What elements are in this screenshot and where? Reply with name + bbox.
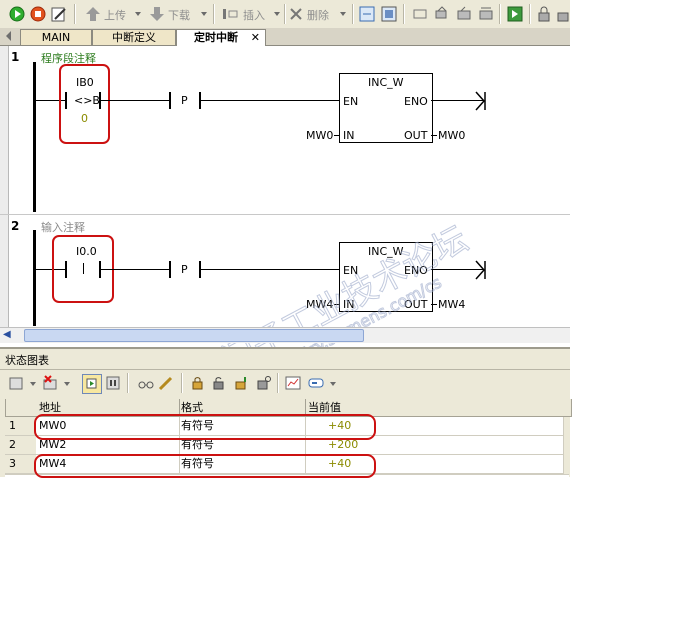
tab-scroll-left-icon[interactable] [6,31,11,41]
single-read-icon[interactable] [105,375,121,394]
power-rail [33,230,36,326]
tab-label: 定时中断 [194,31,238,44]
edge-left-bar [169,261,171,278]
tab-label: 中断定义 [112,31,156,44]
editor-gutter [0,46,9,327]
run-icon[interactable] [8,5,26,23]
branch-icon[interactable] [433,5,451,23]
edit-icon[interactable] [50,5,68,23]
en-pin: EN [343,264,359,277]
contact-icon[interactable] [411,5,429,23]
force-icon[interactable] [189,375,205,394]
options-icon[interactable] [307,375,325,394]
highlight-box [34,454,376,478]
status-chart-toolbar [0,372,570,394]
panel-splitter[interactable] [0,347,570,349]
scroll-left-icon[interactable]: ◀ [3,329,11,340]
tab-timed-interrupt[interactable]: 定时中断 ✕ [176,29,266,47]
out-operand[interactable]: MW0 [438,129,465,142]
in-operand[interactable]: MW0 [306,129,333,142]
delete-row-icon[interactable] [42,375,58,394]
row-number-header [5,399,37,417]
rung-wire [101,269,169,270]
rung-wire [201,100,340,101]
pin-wire [334,304,339,305]
pou-tabs: MAIN 中断定义 定时中断 ✕ [0,28,570,47]
row-number: 2 [5,436,37,455]
download-label[interactable]: 下载 [168,7,190,23]
upload-label[interactable]: 上传 [104,7,126,23]
edge-left-bar [169,92,171,109]
close-tab-icon[interactable]: ✕ [251,30,260,45]
delete-label[interactable]: 删除 [307,7,329,23]
rung-wire [201,269,340,270]
return-icon[interactable] [455,5,473,23]
status-chart-titlebar: 状态图表 [0,350,570,370]
delete-icon[interactable] [288,5,306,23]
insert-label[interactable]: 插入 [243,7,265,23]
rung-end-arrow-icon [474,91,488,114]
upload-icon[interactable] [84,5,102,23]
add-row-icon[interactable] [8,375,24,394]
lock-icon[interactable] [535,5,553,23]
en-pin: EN [343,95,359,108]
unforce-all-icon[interactable] [233,375,249,394]
horizontal-scrollbar[interactable]: ◀ [0,327,570,343]
in-operand[interactable]: MW4 [306,298,333,311]
rung-wire [101,100,169,101]
unforce-icon[interactable] [210,375,226,394]
tab-main[interactable]: MAIN [20,29,92,45]
glasses-icon[interactable] [138,375,154,394]
tab-interrupt-definition[interactable]: 中断定义 [92,29,176,45]
pin-wire [431,304,437,305]
highlight-box [34,414,376,440]
network-comment[interactable]: 输入注释 [41,219,85,235]
row-number: 3 [5,455,37,474]
coil-icon[interactable] [477,5,495,23]
status-chart-title: 状态图表 [5,354,49,367]
export-icon[interactable] [506,5,524,23]
network-icon[interactable] [358,5,376,23]
eno-pin: ENO [404,95,428,108]
edge-label: P [181,94,188,107]
row-number: 1 [5,417,37,436]
in-pin: IN [343,298,355,311]
box-title: INC_W [368,245,404,258]
trend-view-icon[interactable] [285,375,301,394]
tab-label: MAIN [41,31,71,44]
out-operand[interactable]: MW4 [438,298,465,311]
scroll-thumb[interactable] [24,329,364,342]
eno-pin: ENO [404,264,428,277]
rung-end-arrow-icon [474,260,488,283]
power-rail [33,62,36,212]
box-title: INC_W [368,76,404,89]
out-pin: OUT [404,298,428,311]
network-number: 2 [11,219,20,233]
highlight-box [59,64,110,144]
network-divider [0,214,570,215]
in-pin: IN [343,129,355,142]
read-forced-icon[interactable] [255,375,271,394]
pin-wire [334,135,339,136]
stop-icon[interactable] [29,5,47,23]
out-pin: OUT [404,129,428,142]
pin-wire [431,135,437,136]
network-number: 1 [11,50,20,64]
download-icon[interactable] [148,5,166,23]
edge-label: P [181,263,188,276]
key-icon[interactable] [556,5,574,23]
pencil-icon[interactable] [158,375,174,394]
compile-icon[interactable] [380,5,398,23]
main-toolbar: 上传 下载 插入 删除 [0,0,570,29]
chart-start-icon[interactable] [82,374,102,394]
insert-icon[interactable] [221,5,239,23]
